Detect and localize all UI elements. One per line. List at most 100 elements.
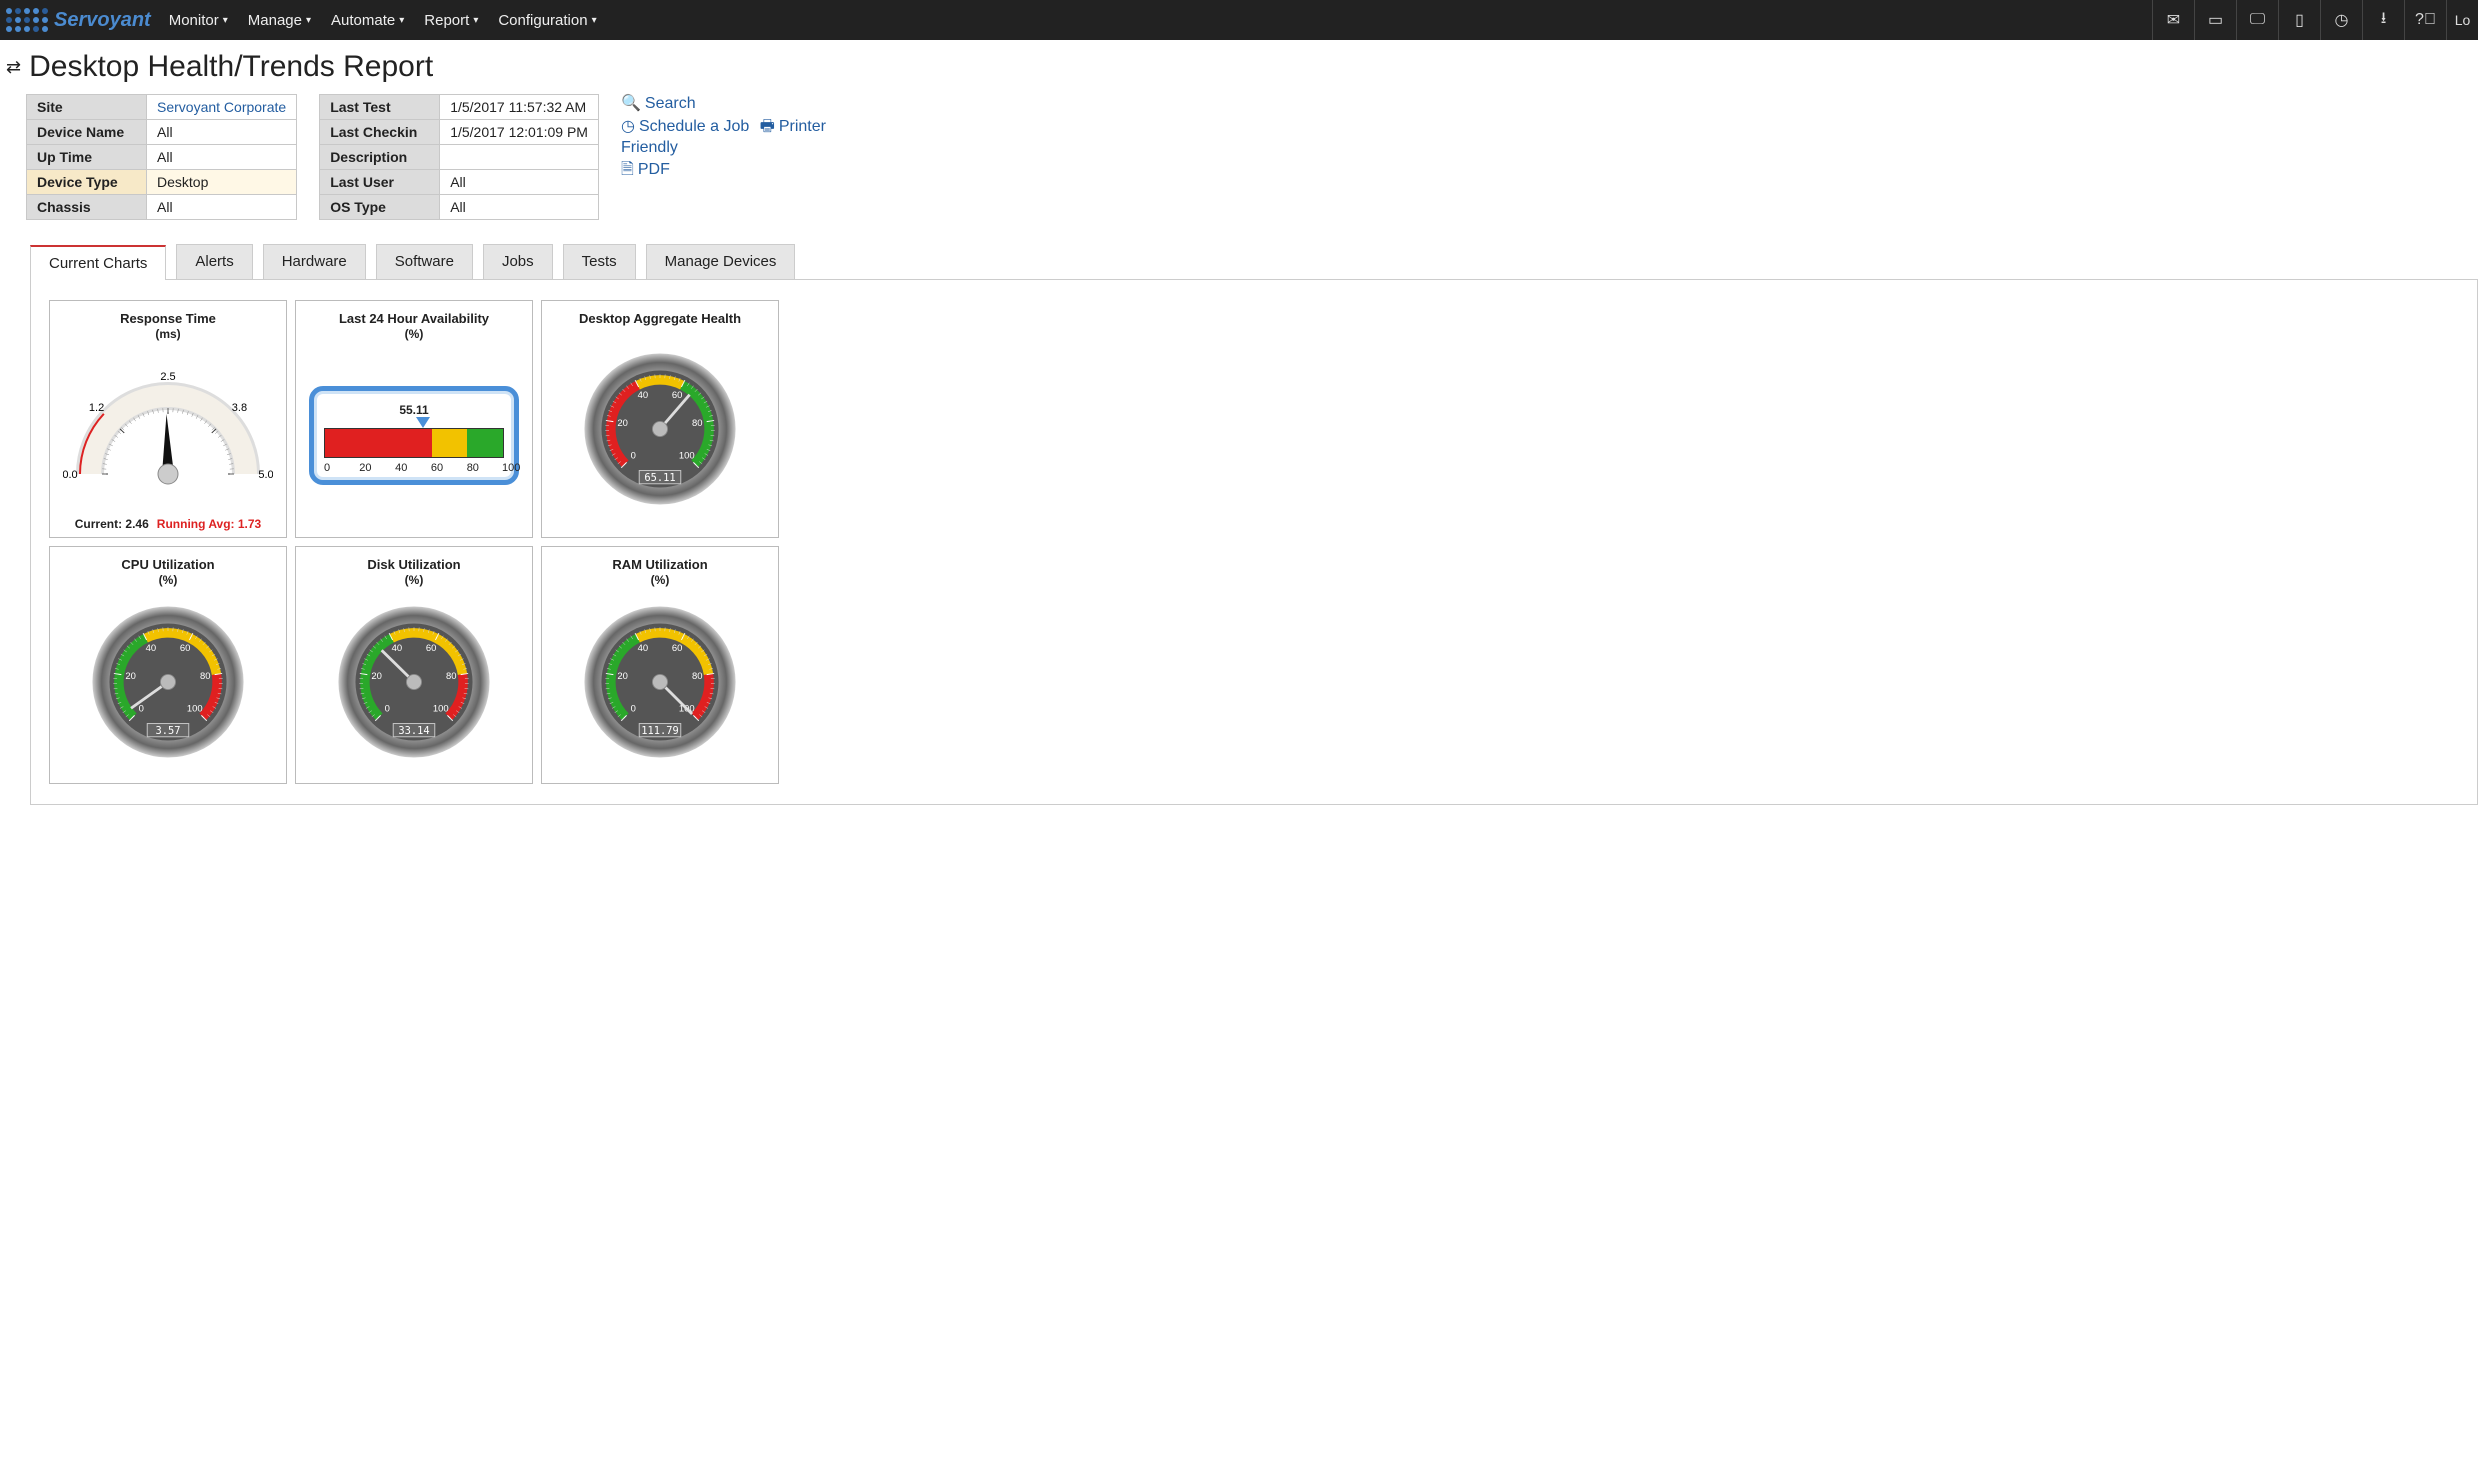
nav-menu: Monitor ▾Manage ▾Automate ▾Report ▾Confi… — [169, 12, 597, 29]
svg-text:80: 80 — [446, 671, 457, 682]
chart-card-cpu-utilization: CPU Utilization(%)0204060801003.57 — [49, 546, 287, 784]
svg-text:0: 0 — [139, 703, 144, 714]
chart-cards: Response Time(ms)0.01.22.53.85.0Current:… — [49, 300, 809, 784]
swap-icon[interactable]: ⇄ — [6, 57, 21, 78]
chevron-down-icon: ▾ — [473, 15, 478, 26]
nav-manage[interactable]: Manage ▾ — [248, 12, 311, 29]
gauge: 0204060801003.57 — [56, 587, 280, 777]
brand-logo[interactable]: Servoyant — [6, 8, 151, 32]
filter-label: Description — [320, 145, 440, 170]
tab-manage-devices[interactable]: Manage Devices — [646, 244, 796, 279]
nav-automate[interactable]: Automate ▾ — [331, 12, 404, 29]
monitor-icon[interactable]: 🖵 — [2236, 0, 2278, 40]
filter-value: 1/5/2017 11:57:32 AM — [440, 95, 599, 120]
brand-name: Servoyant — [54, 9, 151, 32]
svg-text:40: 40 — [638, 390, 649, 401]
device-icon[interactable]: ▯ — [2278, 0, 2320, 40]
filter-value-link[interactable]: Servoyant Corporate — [157, 99, 286, 115]
chart-title: Disk Utilization — [367, 557, 460, 573]
svg-text:3.57: 3.57 — [156, 725, 181, 737]
svg-text:33.14: 33.14 — [398, 725, 429, 737]
report-actions: 🔍Search ◷Schedule a Job 🖶Printer Friendl… — [621, 94, 841, 181]
nav-monitor[interactable]: Monitor ▾ — [169, 12, 228, 29]
window-icon[interactable]: ▭ — [2194, 0, 2236, 40]
svg-text:0: 0 — [385, 703, 390, 714]
tab-panel-current-charts: Response Time(ms)0.01.22.53.85.0Current:… — [30, 279, 2478, 805]
tab-software[interactable]: Software — [376, 244, 473, 279]
filter-label: Last Checkin — [320, 120, 440, 145]
chart-card-desktop-aggregate-health: Desktop Aggregate Health02040608010065.1… — [541, 300, 779, 538]
logout-link[interactable]: Lo — [2446, 0, 2478, 40]
svg-text:80: 80 — [200, 671, 210, 682]
nav-label: Report — [424, 12, 469, 29]
filter-value: Servoyant Corporate — [147, 95, 297, 120]
svg-text:20: 20 — [617, 418, 628, 429]
svg-text:40: 40 — [638, 643, 649, 654]
gauge: 0.01.22.53.85.0 — [56, 341, 280, 517]
gauge-bar — [324, 428, 504, 458]
download-icon[interactable]: ⭳ — [2362, 0, 2404, 40]
filter-label: OS Type — [320, 195, 440, 220]
gauge-axis: 020406080100 — [324, 462, 504, 474]
tab-strip: Current Charts Alerts Hardware Software Jobs… — [30, 244, 2478, 279]
search-icon: 🔍 — [621, 95, 641, 112]
svg-text:60: 60 — [180, 643, 191, 654]
chart-title: Response Time — [120, 311, 216, 327]
pdf-link[interactable]: PDF — [638, 161, 670, 178]
svg-text:0: 0 — [631, 703, 636, 714]
svg-text:111.79: 111.79 — [641, 725, 678, 737]
chevron-down-icon: ▾ — [399, 15, 404, 26]
chart-title: RAM Utilization — [612, 557, 707, 573]
filter-label: Device Type — [27, 170, 147, 195]
top-nav-left: Servoyant Monitor ▾Manage ▾Automate ▾Rep… — [6, 8, 597, 32]
svg-text:5.0: 5.0 — [258, 469, 273, 481]
nav-report[interactable]: Report ▾ — [424, 12, 478, 29]
chart-footer: Current: 2.46Running Avg: 1.73 — [75, 517, 261, 531]
filter-label: Last User — [320, 170, 440, 195]
nav-configuration[interactable]: Configuration ▾ — [498, 12, 596, 29]
filter-section: SiteServoyant CorporateDevice NameAllUp … — [0, 90, 2478, 220]
search-link[interactable]: Search — [645, 95, 696, 112]
top-nav-right: ✉ ▭ 🖵 ▯ ◷ ⭳ ?⃝ Lo — [2152, 0, 2478, 40]
svg-text:60: 60 — [672, 390, 683, 401]
tab-tests[interactable]: Tests — [563, 244, 636, 279]
nav-label: Monitor — [169, 12, 219, 29]
tab-jobs[interactable]: Jobs — [483, 244, 553, 279]
chart-unit: (%) — [405, 327, 424, 341]
svg-text:65.11: 65.11 — [644, 472, 675, 484]
filter-value: All — [147, 195, 297, 220]
filter-label: Last Test — [320, 95, 440, 120]
tab-alerts[interactable]: Alerts — [176, 244, 252, 279]
gauge: 020406080100111.79 — [548, 587, 772, 777]
page-title: Desktop Health/Trends Report — [29, 50, 433, 84]
chart-card-ram-utilization: RAM Utilization(%)020406080100111.79 — [541, 546, 779, 784]
chart-card-disk-utilization: Disk Utilization(%)02040608010033.14 — [295, 546, 533, 784]
tab-current-charts[interactable]: Current Charts — [30, 245, 166, 280]
svg-text:20: 20 — [125, 671, 136, 682]
svg-text:80: 80 — [692, 418, 703, 429]
svg-text:1.2: 1.2 — [89, 402, 104, 414]
page-header: ⇄ Desktop Health/Trends Report — [0, 40, 2478, 90]
top-nav: Servoyant Monitor ▾Manage ▾Automate ▾Rep… — [0, 0, 2478, 40]
brand-logo-icon — [6, 8, 48, 32]
clock-icon[interactable]: ◷ — [2320, 0, 2362, 40]
chevron-down-icon: ▾ — [223, 15, 228, 26]
clock-icon: ◷ — [621, 118, 635, 135]
chart-title: CPU Utilization — [121, 557, 214, 573]
pointer-icon — [416, 417, 430, 428]
filter-value: All — [440, 170, 599, 195]
linear-gauge: 55.11020406080100 — [309, 386, 519, 485]
help-icon[interactable]: ?⃝ — [2404, 0, 2446, 40]
svg-text:60: 60 — [672, 643, 683, 654]
schedule-job-link[interactable]: Schedule a Job — [639, 118, 749, 135]
filter-value: 1/5/2017 12:01:09 PM — [440, 120, 599, 145]
nav-label: Automate — [331, 12, 395, 29]
svg-text:60: 60 — [426, 643, 437, 654]
svg-text:100: 100 — [679, 450, 695, 461]
nav-label: Configuration — [498, 12, 587, 29]
chart-unit: (%) — [159, 573, 178, 587]
filter-table-right: Last Test1/5/2017 11:57:32 AMLast Checki… — [319, 94, 599, 220]
tab-hardware[interactable]: Hardware — [263, 244, 366, 279]
filter-table-left: SiteServoyant CorporateDevice NameAllUp … — [26, 94, 297, 220]
mail-icon[interactable]: ✉ — [2152, 0, 2194, 40]
